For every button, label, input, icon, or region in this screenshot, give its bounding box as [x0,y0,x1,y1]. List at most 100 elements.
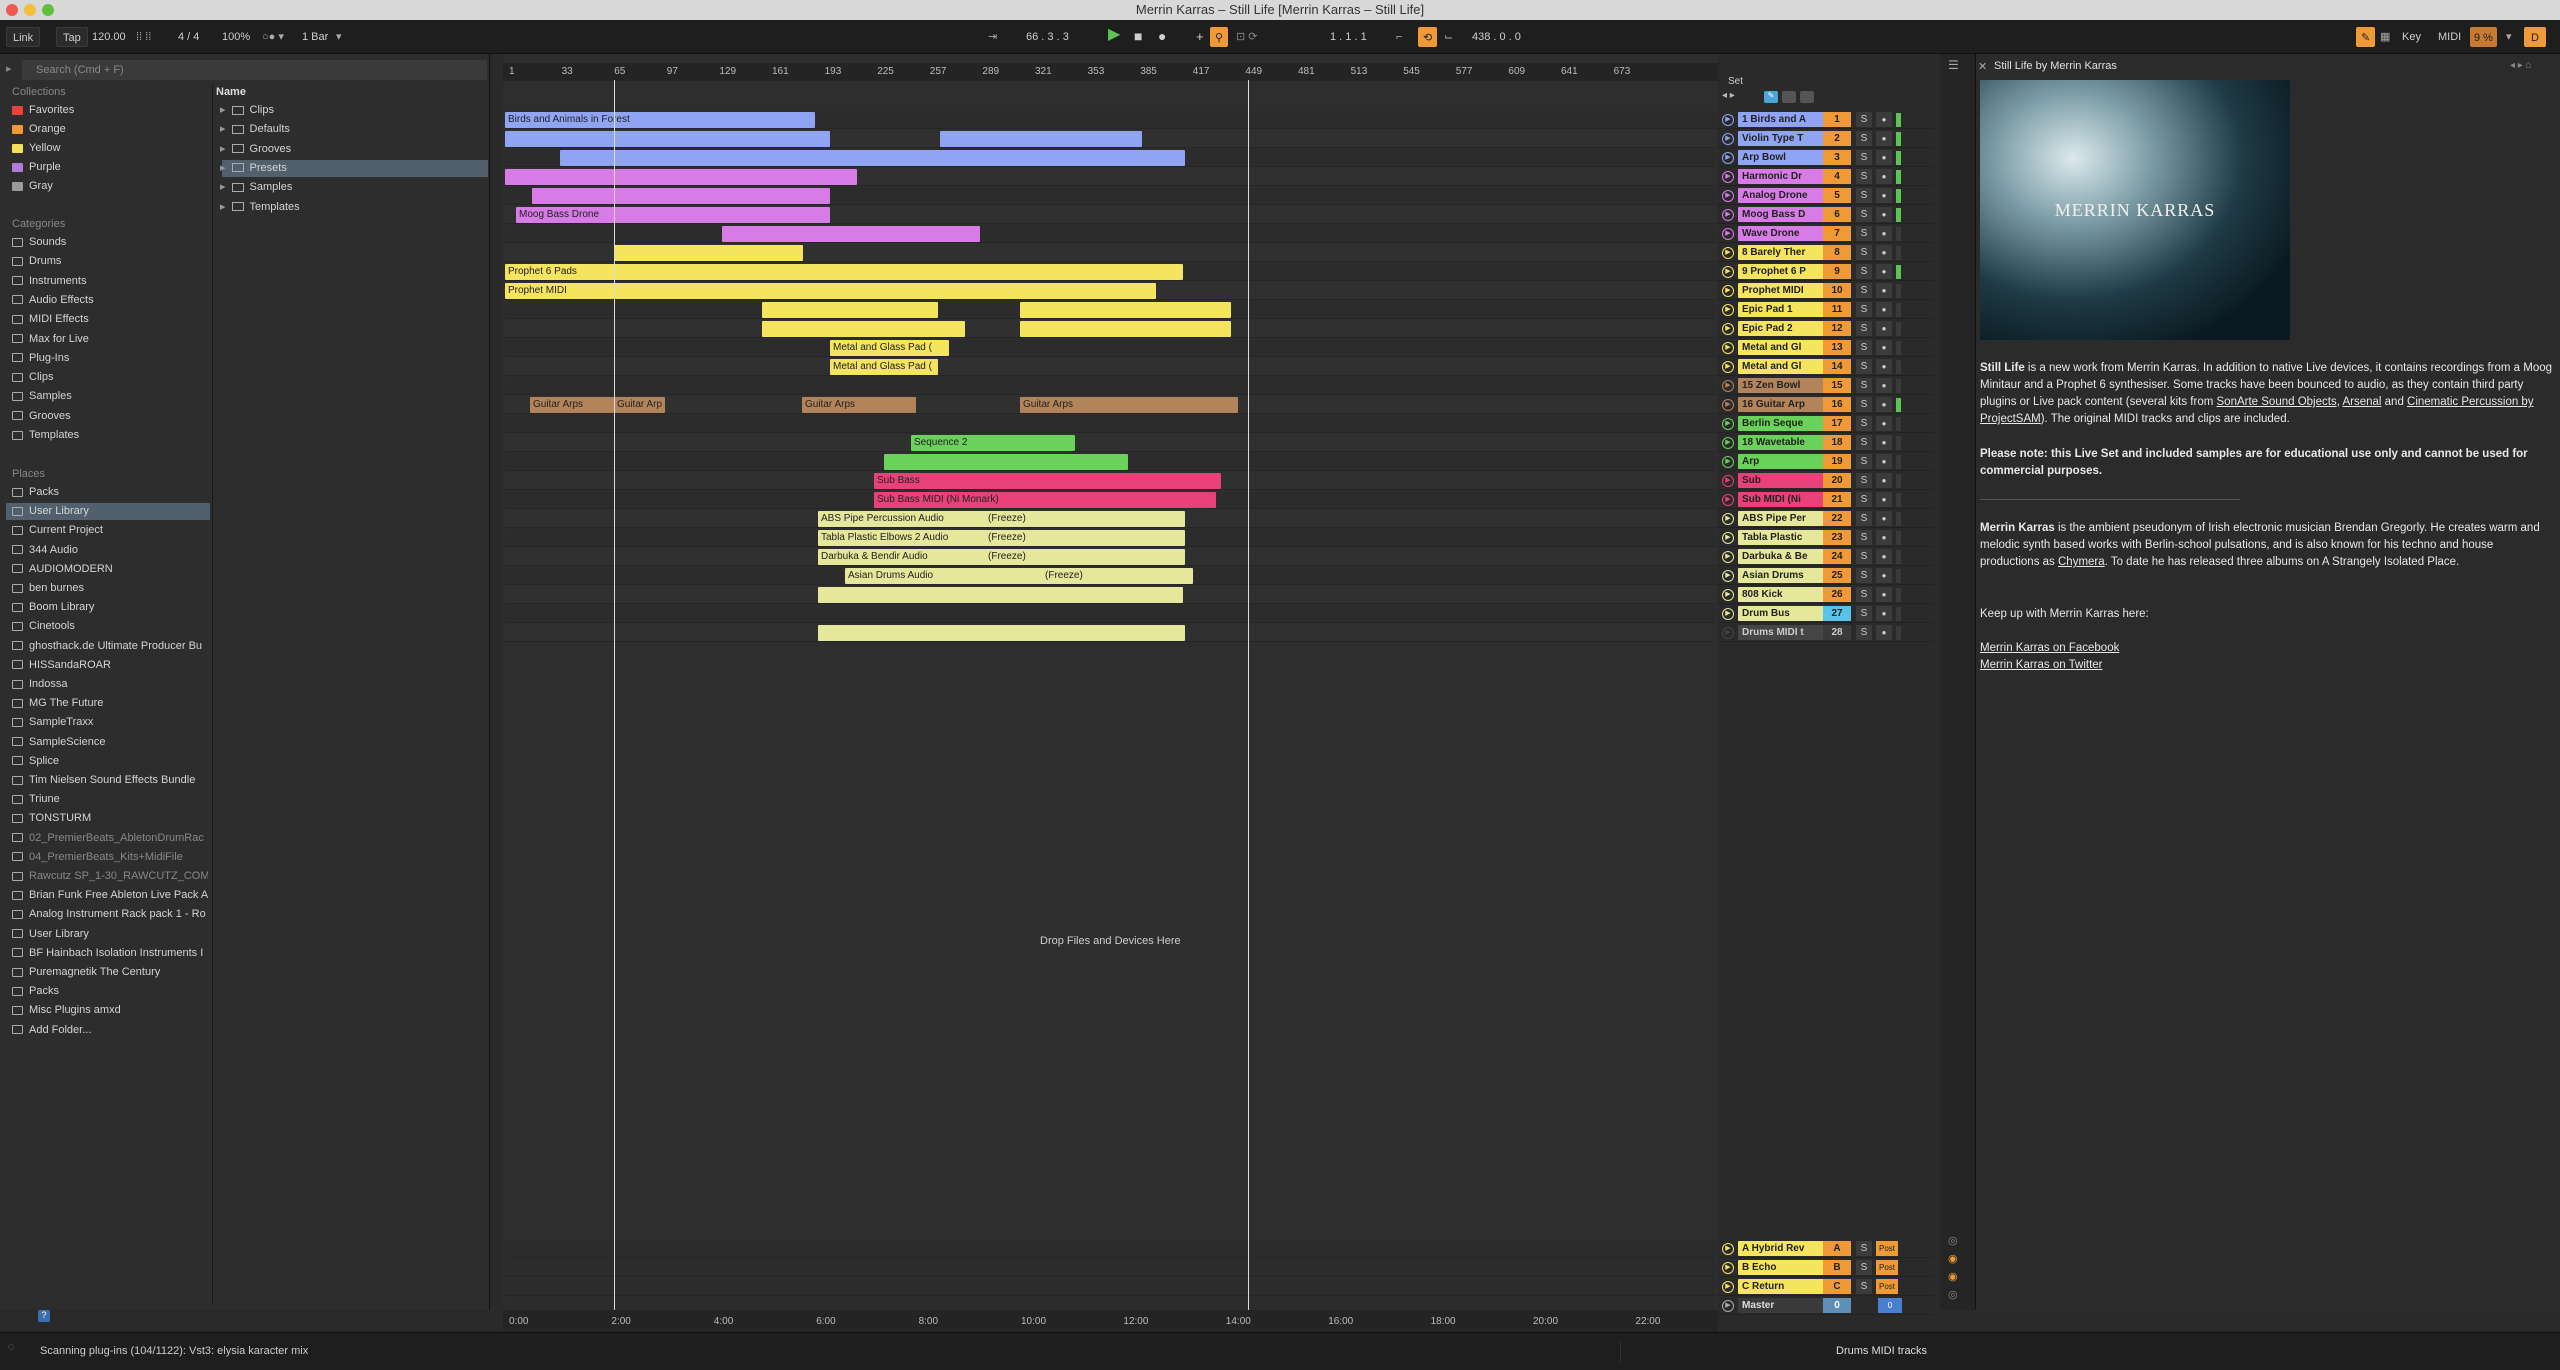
disclosure-icon[interactable]: ▸ [220,143,226,155]
solo-button[interactable]: S [1856,625,1872,640]
solo-button[interactable]: S [1856,188,1872,203]
place-item[interactable]: Tim Nielsen Sound Effects Bundle [12,772,208,789]
solo-button[interactable]: S [1856,131,1872,146]
track-activator[interactable]: 15 [1823,378,1851,393]
place-item[interactable]: Misc Plugins amxd [12,1002,208,1019]
arm-button[interactable]: ● [1876,530,1892,545]
clip[interactable] [884,454,1128,470]
play-icon[interactable]: ▶ [1108,25,1120,45]
capture-icon[interactable]: ⊡ ⟳ [1236,27,1258,47]
clip[interactable]: Birds and Animals in Forest [505,112,815,128]
track-header[interactable]: ▶ 808 Kick 26 S ● [1718,586,1933,604]
file-item[interactable]: ▸ Presets [220,159,488,177]
time-signature-field[interactable]: 4 / 4 [178,27,199,47]
track-activator[interactable]: 4 [1823,169,1851,184]
track-activator[interactable]: 14 [1823,359,1851,374]
collection-orange[interactable]: Orange [12,121,208,138]
arm-button[interactable]: ● [1876,568,1892,583]
track-name[interactable]: Sub [1738,473,1836,488]
track-play-icon[interactable]: ▶ [1722,513,1734,525]
track-header[interactable]: ▶ Metal and Gl 14 S ● [1718,358,1933,376]
preview-icon[interactable]: ? [38,1310,50,1322]
track-header[interactable]: ▶ Sub MIDI (Ni 21 S ● [1718,491,1933,509]
clip[interactable] [1020,302,1231,318]
clip[interactable] [762,321,965,337]
track-activator[interactable]: 19 [1823,454,1851,469]
solo-button[interactable]: S [1856,264,1872,279]
track-name[interactable]: Asian Drums [1738,568,1836,583]
track-play-icon[interactable]: ▶ [1722,532,1734,544]
close-window-icon[interactable] [6,4,18,16]
track-lane[interactable] [505,453,1715,471]
arm-button[interactable]: ● [1876,625,1892,640]
place-item[interactable]: SampleScience [12,734,208,751]
sends-toggle-icon[interactable]: ◉ [1948,1252,1958,1265]
category-grooves[interactable]: Grooves [12,408,208,425]
track-header[interactable]: ▶ Moog Bass D 6 S ● [1718,206,1933,224]
nudge-icon[interactable]: ⁞⁞ ⁞⁞ [136,27,151,47]
clip[interactable]: Guitar Arp [614,397,665,413]
track-lane[interactable]: Sequence 2 [505,434,1715,452]
master-track-name[interactable]: Master [1738,1298,1836,1313]
arm-button[interactable]: ● [1876,283,1892,298]
link-arsenal[interactable]: Arsenal [2342,396,2381,408]
return-track-name[interactable]: B Echo [1738,1260,1836,1275]
edit-icon[interactable]: ✎ [1764,91,1778,103]
stop-icon[interactable]: ■ [1134,26,1142,46]
place-item[interactable]: Cinetools [12,618,208,635]
track-activator[interactable]: 20 [1823,473,1851,488]
zoom-window-icon[interactable] [42,4,54,16]
return-track-name[interactable]: A Hybrid Rev [1738,1241,1836,1256]
track-play-icon[interactable]: ▶ [1722,399,1734,411]
place-item[interactable]: 02_PremierBeats_AbletonDrumRac [12,830,208,847]
arm-button[interactable]: ● [1876,473,1892,488]
category-sounds[interactable]: Sounds [12,234,208,251]
track-header[interactable]: ▶ Drums MIDI t 28 S ● [1718,624,1933,642]
arm-button[interactable]: ● [1876,188,1892,203]
clip[interactable]: Guitar Arps [530,397,614,413]
track-header[interactable]: ▶ Arp Bowl 3 S ● [1718,149,1933,167]
track-name[interactable]: Moog Bass D [1738,207,1836,222]
category-clips[interactable]: Clips [12,369,208,386]
track-activator[interactable]: 17 [1823,416,1851,431]
master-track-header[interactable]: ▶ Master 0 0 [1718,1297,1933,1315]
track-name[interactable]: 1 Birds and A [1738,112,1836,127]
place-item[interactable]: Rawcutz SP_1-30_RAWCUTZ_COM [12,868,208,885]
zoom-field[interactable]: 100% [222,27,250,47]
clip[interactable]: Tabla Plastic Elbows 2 Audio (Freeze) [818,530,1185,546]
quantize-select[interactable]: 1 Bar [302,27,328,47]
track-name[interactable]: Violin Type T [1738,131,1836,146]
track-lane[interactable]: Metal and Glass Pad ( [505,358,1715,376]
collection-favorites[interactable]: Favorites [12,102,208,119]
place-item[interactable]: ben burnes [12,580,208,597]
collection-purple[interactable]: Purple [12,159,208,176]
track-play-icon[interactable]: ▶ [1722,608,1734,620]
track-header[interactable]: ▶ Wave Drone 7 S ● [1718,225,1933,243]
category-templates[interactable]: Templates [12,427,208,444]
track-name[interactable]: Darbuka & Be [1738,549,1836,564]
solo-button[interactable]: S [1856,245,1872,260]
disclosure-icon[interactable]: ▸ [220,123,226,135]
place-item[interactable]: Packs [12,484,208,501]
arm-button[interactable]: ● [1876,378,1892,393]
track-name[interactable]: 16 Guitar Arp [1738,397,1836,412]
record-icon[interactable]: ● [1158,26,1166,46]
track-play-icon[interactable]: ▶ [1722,247,1734,259]
return-lane[interactable] [505,1240,1715,1258]
track-lane[interactable]: Moog Bass Drone [505,206,1715,224]
track-header[interactable]: ▶ 1 Birds and A 1 S ● [1718,111,1933,129]
clip[interactable]: Sequence 2 [911,435,1075,451]
track-play-icon[interactable]: ▶ [1722,494,1734,506]
solo-button[interactable]: S [1856,511,1872,526]
clip[interactable]: Sub Bass MIDI (Ni Monark) [874,492,1216,508]
return-lane[interactable] [505,1278,1715,1296]
track-activator[interactable]: 6 [1823,207,1851,222]
category-drums[interactable]: Drums [12,253,208,270]
file-item[interactable]: ▸ Templates [220,199,488,216]
track-name[interactable]: Sub MIDI (Ni [1738,492,1836,507]
track-lane[interactable] [505,130,1715,148]
track-play-icon[interactable]: ▶ [1722,589,1734,601]
clip[interactable] [560,150,1185,166]
loop-start-field[interactable]: 1 . 1 . 1 [1330,27,1367,47]
time-ruler[interactable]: 0:00 2:00 4:00 6:00 8:00 10:00 12:00 14:00 16:00… [503,1310,1718,1332]
